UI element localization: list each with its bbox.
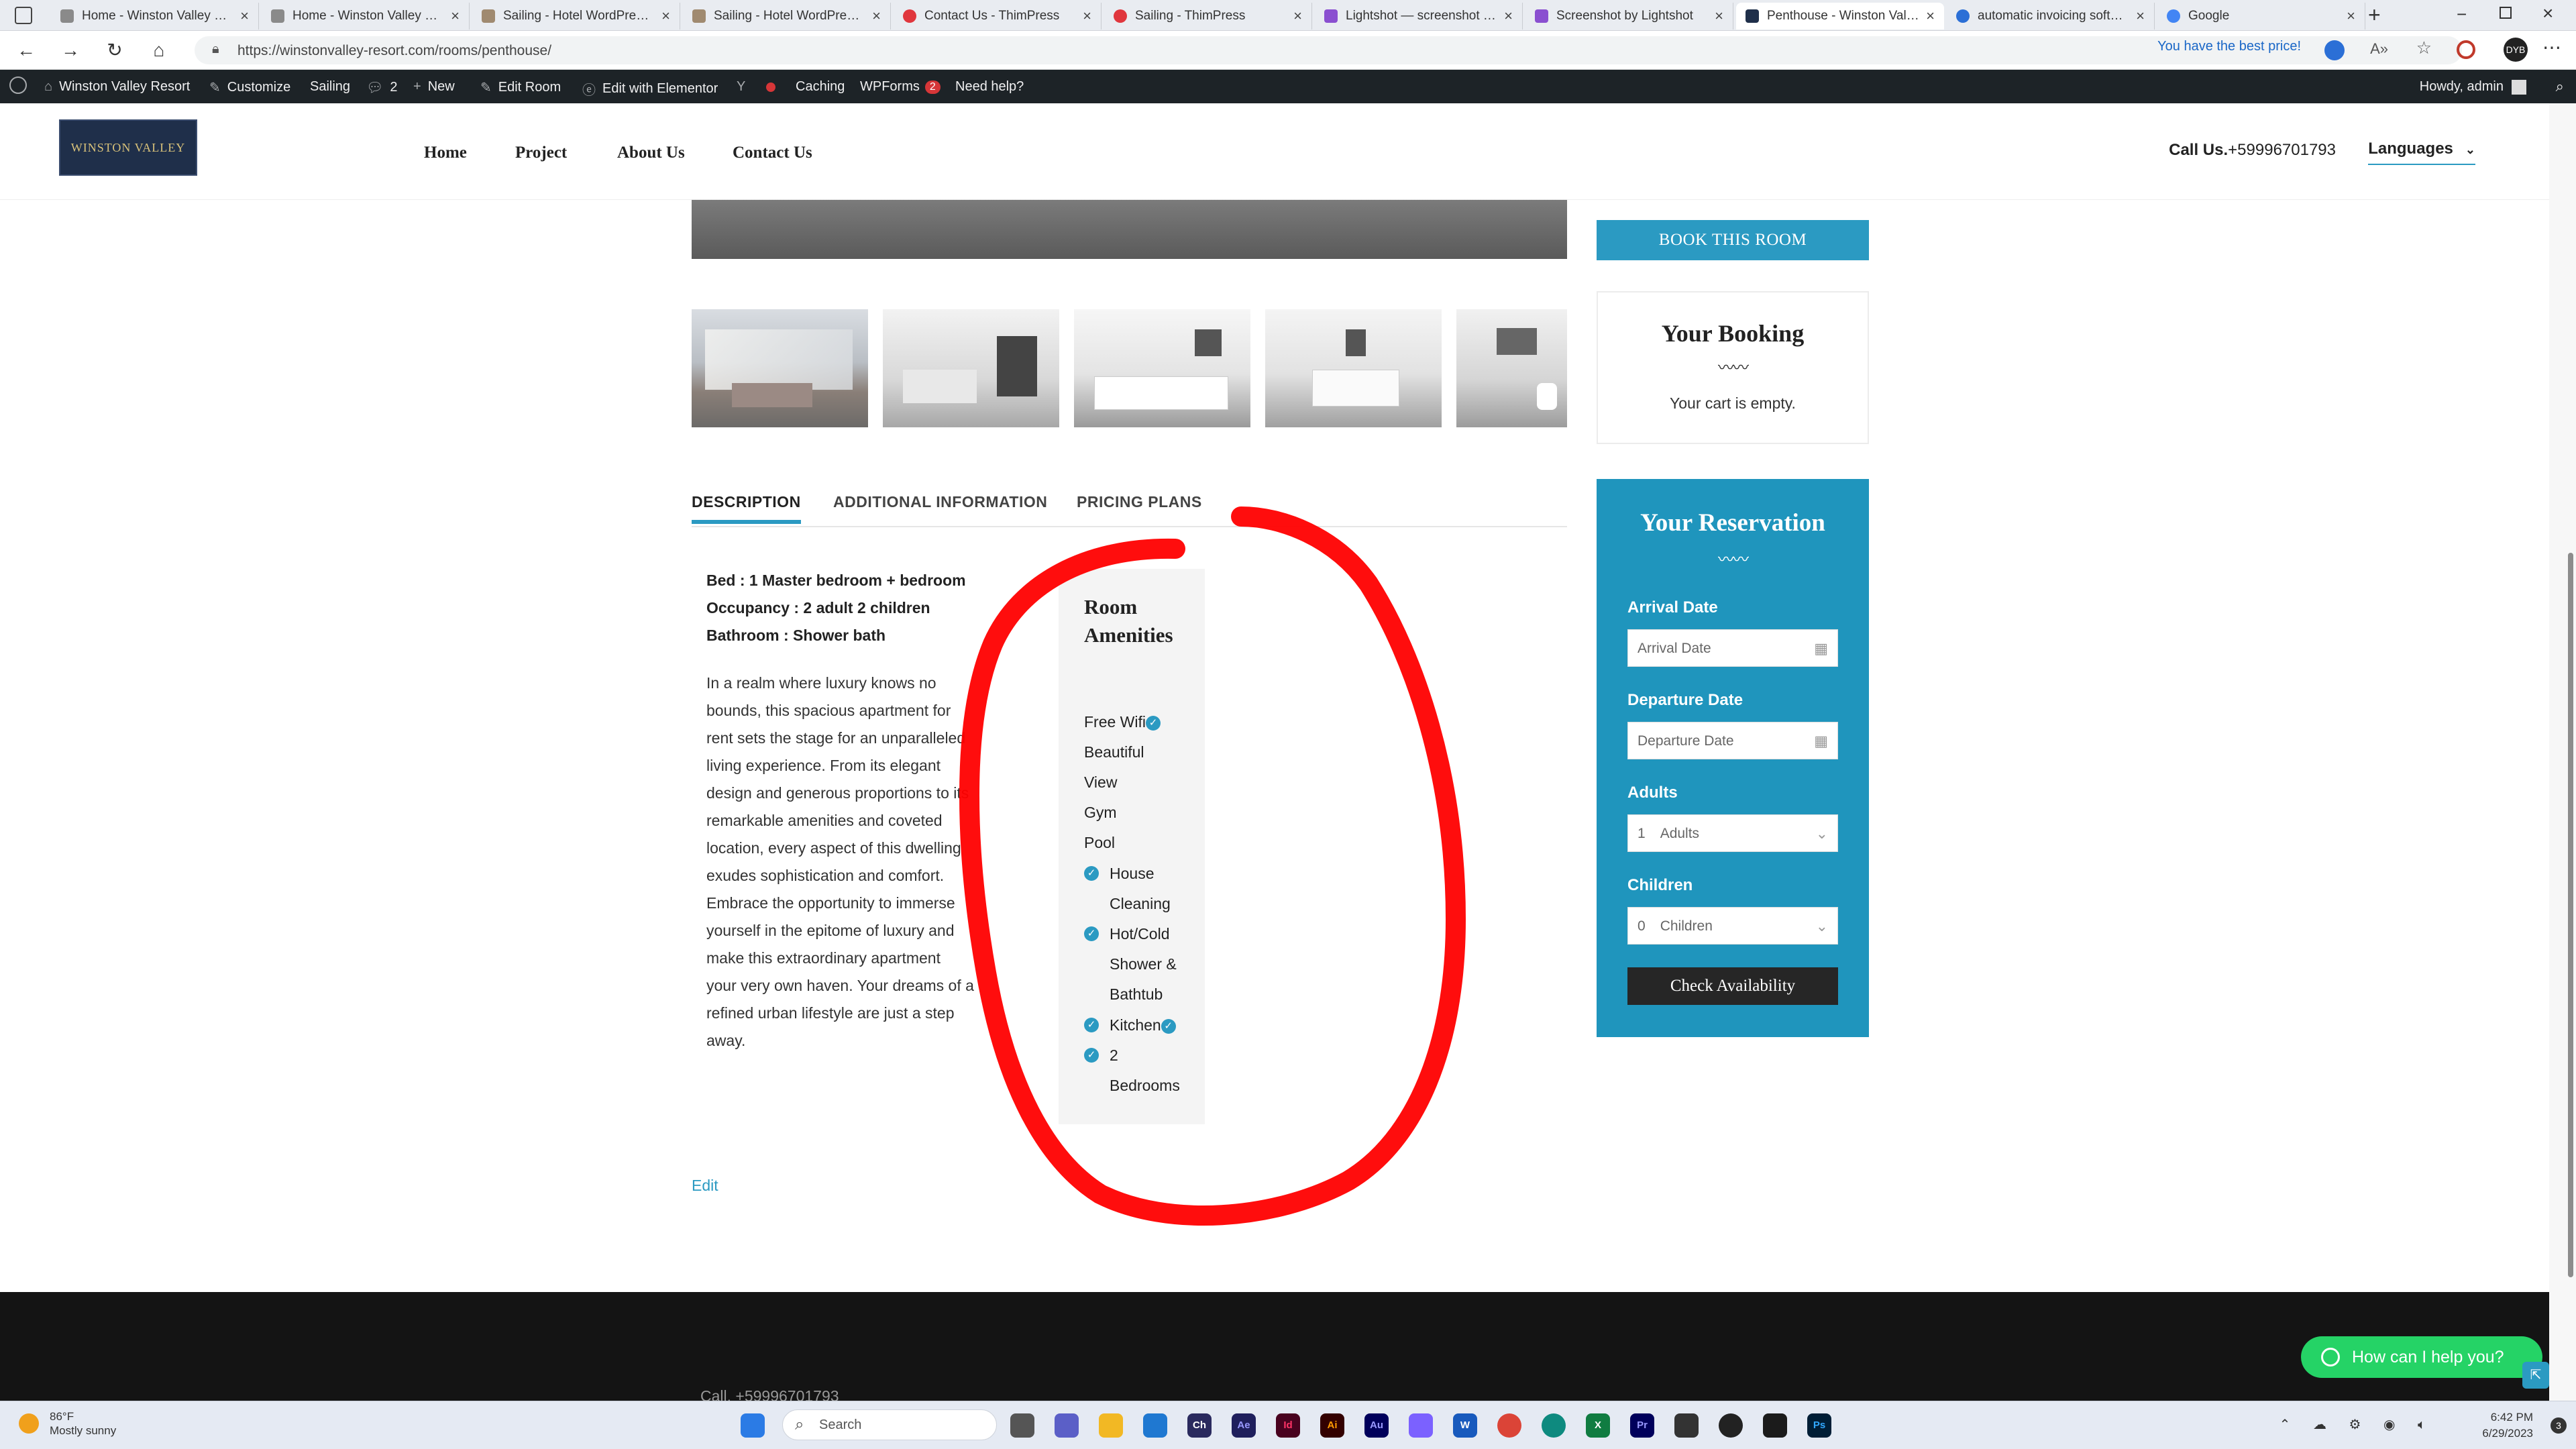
site-footer: Call. +59996701793 bbox=[0, 1292, 2549, 1405]
chevron-down-icon: ⌄ bbox=[1815, 825, 1828, 842]
whatsapp-icon bbox=[2321, 1348, 2340, 1366]
red-circle-annotation bbox=[959, 506, 1466, 1226]
scroll-to-top-icon[interactable]: ⇱ bbox=[2522, 1362, 2549, 1389]
photoshop-icon[interactable]: Ps bbox=[1807, 1413, 1831, 1438]
departure-date-field[interactable]: Departure Date ▦ bbox=[1627, 722, 1838, 759]
reservation-title: Your Reservation bbox=[1640, 509, 1825, 537]
wave-divider-icon: 〰〰 bbox=[1718, 551, 1749, 569]
illustrator-icon[interactable]: Ai bbox=[1320, 1413, 1344, 1438]
adults-label: Adults bbox=[1627, 784, 1678, 802]
booking-title: Your Booking bbox=[1661, 320, 1805, 347]
arrival-date-label: Arrival Date bbox=[1627, 598, 1718, 616]
chrome-icon[interactable] bbox=[1497, 1413, 1521, 1438]
audition-icon[interactable]: Au bbox=[1364, 1413, 1389, 1438]
excel-icon[interactable]: X bbox=[1586, 1413, 1610, 1438]
children-label: Children bbox=[1627, 876, 1693, 894]
adults-select[interactable]: 1 Adults ⌄ bbox=[1627, 814, 1838, 852]
taskbar-search[interactable]: ⌕ Search bbox=[782, 1409, 997, 1440]
calendar-icon: ▦ bbox=[1814, 733, 1828, 749]
file-explorer-icon[interactable] bbox=[1099, 1413, 1123, 1438]
search-icon: ⌕ bbox=[795, 1415, 804, 1434]
your-reservation-widget: Your Reservation 〰〰 Arrival Date Arrival… bbox=[1597, 479, 1869, 1037]
start-icon[interactable] bbox=[741, 1413, 765, 1438]
whatsapp-help-button[interactable]: How can I help you? bbox=[2301, 1336, 2542, 1378]
edge-icon[interactable] bbox=[1542, 1413, 1566, 1438]
app-icon[interactable] bbox=[1719, 1413, 1743, 1438]
mail-icon[interactable] bbox=[1143, 1413, 1167, 1438]
clock[interactable]: 6:42 PM 6/29/2023 bbox=[2482, 1409, 2533, 1442]
after-effects-icon[interactable]: Ae bbox=[1232, 1413, 1256, 1438]
chevron-down-icon: ⌄ bbox=[1815, 918, 1828, 934]
teams-icon[interactable] bbox=[1055, 1413, 1079, 1438]
notification-badge[interactable]: 3 bbox=[2551, 1417, 2567, 1434]
sun-icon bbox=[19, 1413, 39, 1434]
calendar-icon: ▦ bbox=[1814, 640, 1828, 657]
book-this-room-button[interactable]: BOOK THIS ROOM bbox=[1597, 220, 1869, 260]
children-select[interactable]: 0 Children ⌄ bbox=[1627, 907, 1838, 945]
check-availability-button[interactable]: Check Availability bbox=[1627, 967, 1838, 1005]
annotation-stroke bbox=[959, 506, 1466, 1226]
cart-empty-text: Your cart is empty. bbox=[1670, 394, 1796, 412]
word-icon[interactable]: W bbox=[1453, 1413, 1477, 1438]
system-tray[interactable]: ⌃ ☁ ⚙ ◉ 🔈︎ bbox=[2279, 1416, 2435, 1433]
wave-divider-icon: 〰〰 bbox=[1718, 359, 1749, 377]
windows-taskbar: 86°F Mostly sunny ⌕ Search Ch Ae Id Ai Au … bbox=[0, 1401, 2576, 1449]
task-view-icon[interactable] bbox=[1010, 1413, 1034, 1438]
indesign-icon[interactable]: Id bbox=[1276, 1413, 1300, 1438]
weather-widget[interactable]: 86°F Mostly sunny bbox=[19, 1409, 116, 1438]
arrival-date-field[interactable]: Arrival Date ▦ bbox=[1627, 629, 1838, 667]
departure-date-label: Departure Date bbox=[1627, 691, 1743, 709]
chrome-canary-icon[interactable]: Ch bbox=[1187, 1413, 1212, 1438]
your-booking-widget: Your Booking 〰〰 Your cart is empty. bbox=[1597, 291, 1869, 444]
page-scrollbar[interactable] bbox=[2549, 103, 2576, 1401]
premiere-icon[interactable]: Pr bbox=[1630, 1413, 1654, 1438]
app-icon[interactable] bbox=[1674, 1413, 1699, 1438]
app-icon[interactable] bbox=[1763, 1413, 1787, 1438]
scrollbar-thumb[interactable] bbox=[2568, 553, 2573, 1277]
app-icon[interactable] bbox=[1409, 1413, 1433, 1438]
